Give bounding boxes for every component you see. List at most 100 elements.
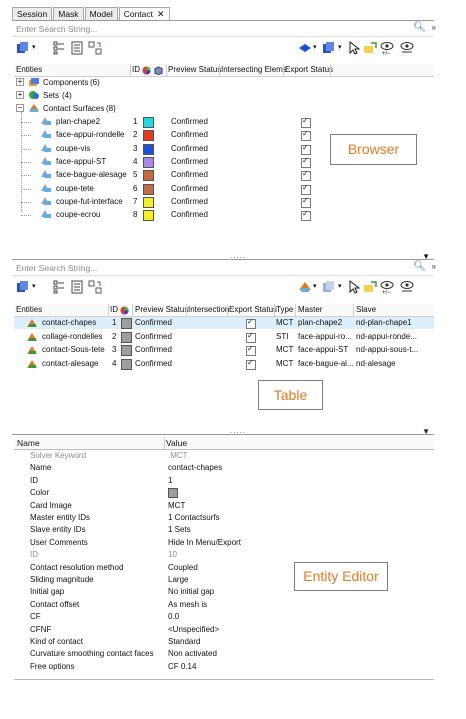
tab-session[interactable]: Session [12,7,53,20]
export-checkbox[interactable] [301,209,311,222]
property-value[interactable]: Coupled [168,563,198,572]
expand-all-icon[interactable] [52,280,66,294]
cursor-icon[interactable] [347,41,361,55]
property-value[interactable]: Large [168,575,188,584]
visibility-icon[interactable] [400,280,414,294]
column-separator[interactable] [353,304,354,316]
color-swatch[interactable] [121,331,132,343]
header-intersecting-elems[interactable]: Intersecting Elems [221,65,287,74]
column-separator[interactable] [164,437,165,449]
editor-row[interactable]: User Comments Hide In Menu/Export [14,537,434,549]
editor-row[interactable]: Free options CF 0.14 [14,661,434,673]
export-checkbox[interactable] [301,169,311,182]
property-value[interactable]: CF 0.14 [168,662,196,671]
entity-select-icon[interactable] [322,41,336,55]
tree-group-contact-surfaces[interactable]: − Contact Surfaces (8) [14,103,434,115]
header-master[interactable]: Master [298,305,322,314]
editor-row[interactable]: Kind of contact Standard [14,636,434,648]
property-value[interactable]: Standard [168,637,200,646]
column-separator[interactable] [283,64,284,76]
isolate-icon[interactable] [363,41,377,55]
refresh-icon[interactable] [88,280,102,294]
chevron-down-icon[interactable]: ▾ [313,43,317,51]
search-icon[interactable]: 🔍︎ [413,261,426,272]
color-swatch[interactable] [121,345,132,356]
table-row[interactable]: contact-chapes 1 Confirmed MCT plan-chape2 nd… [14,317,434,329]
column-separator[interactable] [219,64,220,76]
property-value[interactable]: As mesh is [168,600,207,609]
browser-search[interactable]: Enter Search String... 🔍︎ » [16,22,436,36]
column-separator[interactable] [227,304,228,316]
header-export-status[interactable]: Export Status [229,305,277,314]
header-preview-status[interactable]: Preview Status [168,65,221,74]
column-separator[interactable] [132,304,133,316]
expand-icon[interactable]: + [16,91,24,99]
column-separator[interactable] [108,304,109,316]
export-checkbox[interactable] [246,344,256,356]
chevron-down-icon[interactable]: ▾ [313,282,317,290]
chevron-down-icon[interactable]: ▾ [32,282,36,290]
property-value[interactable]: contact-chapes [168,463,222,472]
close-icon[interactable]: ✕ [157,9,165,19]
header-export-status[interactable]: Export Status [285,65,333,74]
property-value[interactable]: Hide In Menu/Export [168,538,241,547]
color-swatch[interactable] [143,170,154,182]
color-swatch[interactable] [143,183,154,195]
column-separator[interactable] [130,64,131,76]
editor-row[interactable]: Name contact-chapes [14,462,434,474]
tab-contact[interactable]: Contact ✕ [118,7,170,21]
contact-entity-icon[interactable] [298,280,312,294]
header-id[interactable]: ID [110,305,118,314]
surface-row[interactable]: coupe-tete 6 Confirmed [14,183,434,195]
property-value[interactable]: No initial gap [168,587,214,596]
entity-select-icon[interactable] [322,280,336,294]
color-swatch[interactable] [143,156,154,168]
editor-row[interactable]: ID 10 [14,549,434,561]
search-icon[interactable]: 🔍︎ [413,22,426,33]
tree-group-sets[interactable]: + Sets (4) [14,90,434,102]
column-separator[interactable] [186,304,187,316]
editor-row[interactable]: CF 0.0 [14,611,434,623]
export-checkbox[interactable] [301,129,311,142]
editor-row[interactable]: Master entity IDs 1 Contactsurfs [14,512,434,524]
collapse-icon[interactable]: − [16,104,24,112]
expand-icon[interactable]: + [16,78,24,86]
header-slave[interactable]: Slave [356,305,376,314]
color-swatch[interactable] [143,143,154,155]
header-entities[interactable]: Entities [16,65,42,74]
property-value[interactable]: 1 [168,476,172,485]
export-checkbox[interactable] [301,196,311,208]
chevron-down-icon[interactable]: ▾ [338,282,342,290]
editor-row[interactable]: CFNF <Unspecified> [14,624,434,636]
color-swatch[interactable] [121,358,132,370]
property-value[interactable]: Non activated [168,649,217,658]
header-name[interactable]: Name [17,438,40,448]
header-value[interactable]: Value [166,438,187,448]
isolate-icon[interactable] [363,280,377,294]
column-separator[interactable] [295,304,296,316]
color-swatch[interactable] [143,130,154,142]
display-icon[interactable] [298,41,312,55]
expand-all-icon[interactable] [52,41,66,55]
editor-row[interactable]: ID 1 [14,475,434,487]
header-preview-status[interactable]: Preview Status [135,305,188,314]
editor-row[interactable]: Card Image MCT [14,500,434,512]
collapse-all-icon[interactable] [70,41,84,55]
column-separator[interactable] [274,304,275,316]
chevron-down-icon[interactable]: » [432,262,436,271]
export-checkbox[interactable] [301,183,311,195]
color-swatch[interactable] [143,210,154,222]
tab-model[interactable]: Model [84,7,118,20]
editor-row[interactable]: Curvature smoothing contact faces Non act… [14,648,434,660]
table-row[interactable]: contact-alesage 4 Confirmed MCT face-bague-a… [14,358,434,370]
property-value[interactable]: <Unspecified> [168,625,219,634]
editor-row[interactable]: Contact offset As mesh is [14,599,434,611]
refresh-icon[interactable] [88,41,102,55]
entity-type-icon[interactable] [16,280,30,294]
property-value[interactable]: 1 Sets [168,525,191,534]
tab-mask[interactable]: Mask [53,7,84,20]
browser-search-input[interactable]: Enter Search String... [16,24,97,34]
chevron-down-icon[interactable]: ▾ [338,43,342,51]
header-intersection[interactable]: Intersection [188,305,229,314]
table-search-input[interactable]: Enter Search String... [16,263,97,273]
